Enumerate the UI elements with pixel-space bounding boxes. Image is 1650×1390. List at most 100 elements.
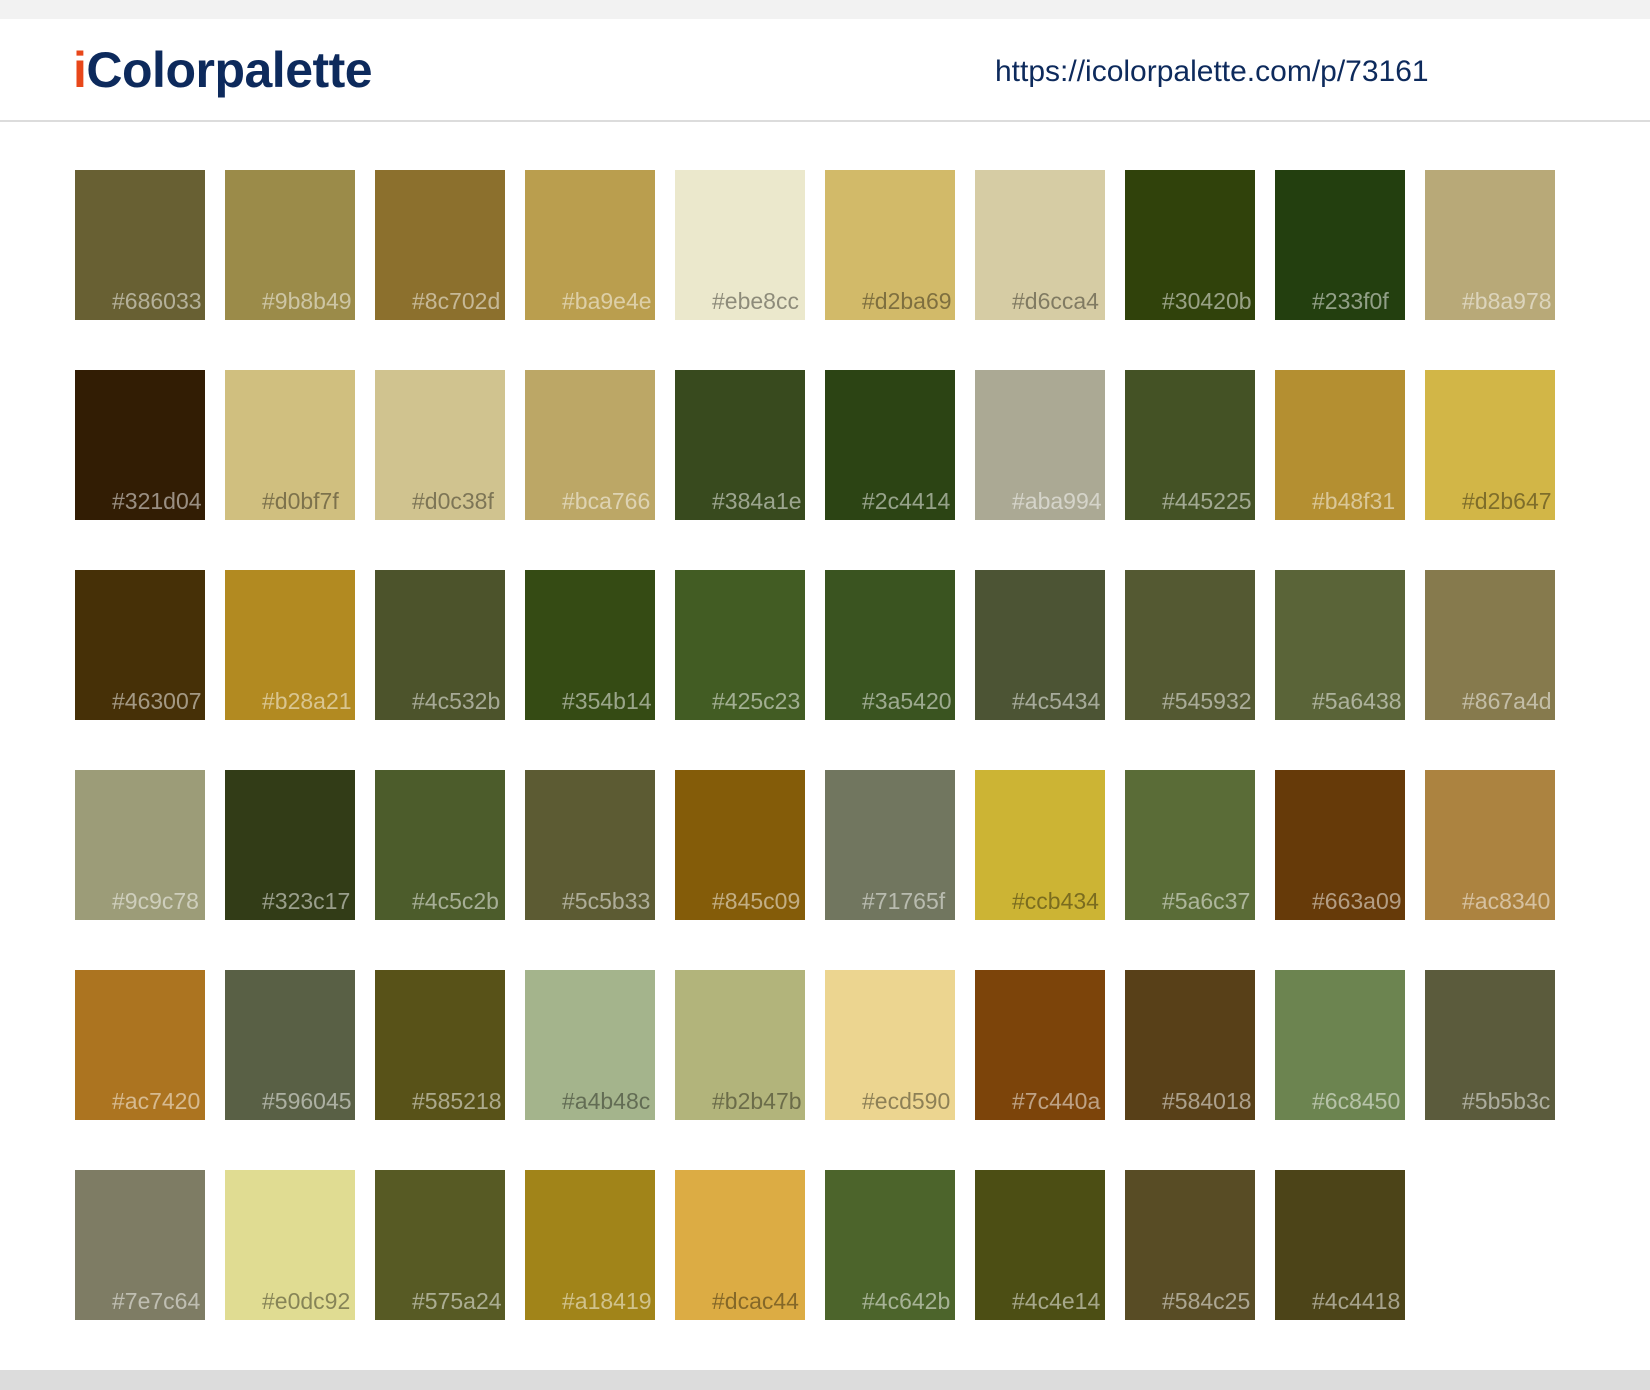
swatch-hex-label: #5c5b33 (562, 888, 651, 914)
color-swatch[interactable]: #b28a21 (225, 570, 355, 720)
swatch-hex-label: #8c702d (412, 288, 501, 314)
swatch-hex-label: #d2ba69 (862, 288, 952, 314)
swatch-hex-label: #b8a978 (1462, 288, 1552, 314)
swatch-hex-label: #6c8450 (1312, 1088, 1401, 1114)
color-swatch[interactable]: #4c4e14 (975, 1170, 1105, 1320)
swatch-hex-label: #ecd590 (862, 1088, 951, 1114)
color-swatch[interactable]: #b8a978 (1425, 170, 1555, 320)
color-swatch[interactable]: #425c23 (675, 570, 805, 720)
color-swatch[interactable]: #354b14 (525, 570, 655, 720)
color-swatch[interactable]: #3a5420 (825, 570, 955, 720)
color-swatch[interactable]: #5b5b3c (1425, 970, 1555, 1120)
color-swatch[interactable]: #545932 (1125, 570, 1255, 720)
color-swatch[interactable]: #686033 (75, 170, 205, 320)
color-swatch[interactable]: #4c5c2b (375, 770, 505, 920)
color-swatch[interactable]: #9c9c78 (75, 770, 205, 920)
swatch-hex-label: #233f0f (1312, 288, 1389, 314)
color-swatch[interactable]: #5c5b33 (525, 770, 655, 920)
color-swatch[interactable]: #7e7c64 (75, 1170, 205, 1320)
swatch-hex-label: #463007 (112, 688, 202, 714)
color-swatch[interactable]: #845c09 (675, 770, 805, 920)
color-swatch[interactable]: #b48f31 (1275, 370, 1405, 520)
swatch-hex-label: #ac7420 (112, 1088, 201, 1114)
color-swatch[interactable]: #463007 (75, 570, 205, 720)
swatch-hex-label: #584018 (1162, 1088, 1252, 1114)
color-swatch[interactable]: #ccb434 (975, 770, 1105, 920)
color-swatch[interactable]: #ecd590 (825, 970, 955, 1120)
color-swatch[interactable]: #a18419 (525, 1170, 655, 1320)
swatch-hex-label: #30420b (1162, 288, 1252, 314)
color-swatch[interactable]: #ac7420 (75, 970, 205, 1120)
color-swatch[interactable]: #663a09 (1275, 770, 1405, 920)
swatch-hex-label: #2c4414 (862, 488, 951, 514)
swatch-hex-label: #d0c38f (412, 488, 494, 514)
color-swatch[interactable]: #d0bf7f (225, 370, 355, 520)
swatch-hex-label: #584c25 (1162, 1288, 1251, 1314)
swatch-hex-label: #bca766 (562, 488, 651, 514)
color-swatch[interactable]: #d2ba69 (825, 170, 955, 320)
swatch-hex-label: #575a24 (412, 1288, 502, 1314)
color-swatch[interactable]: #323c17 (225, 770, 355, 920)
color-swatch[interactable]: #233f0f (1275, 170, 1405, 320)
swatch-hex-label: #e0dc92 (262, 1288, 351, 1314)
color-swatch[interactable]: #8c702d (375, 170, 505, 320)
color-swatch[interactable]: #4c532b (375, 570, 505, 720)
swatch-hex-label: #d0bf7f (262, 488, 339, 514)
color-swatch[interactable]: #ac8340 (1425, 770, 1555, 920)
swatch-hex-label: #9c9c78 (112, 888, 199, 914)
color-swatch[interactable]: #30420b (1125, 170, 1255, 320)
swatch-hex-label: #d6cca4 (1012, 288, 1099, 314)
site-header: iColorpalette https://icolorpalette.com/… (0, 19, 1650, 122)
color-swatch[interactable]: #4c4418 (1275, 1170, 1405, 1320)
swatch-hex-label: #585218 (412, 1088, 502, 1114)
color-swatch[interactable]: #bca766 (525, 370, 655, 520)
color-swatch[interactable]: #d2b647 (1425, 370, 1555, 520)
color-swatch[interactable]: #2c4414 (825, 370, 955, 520)
color-swatch[interactable]: #a4b48c (525, 970, 655, 1120)
color-swatch[interactable]: #9b8b49 (225, 170, 355, 320)
palette-url: https://icolorpalette.com/p/73161 (995, 55, 1429, 88)
color-swatch[interactable]: #6c8450 (1275, 970, 1405, 1120)
color-swatch[interactable]: #dcac44 (675, 1170, 805, 1320)
color-swatch[interactable]: #384a1e (675, 370, 805, 520)
swatch-hex-label: #445225 (1162, 488, 1252, 514)
swatch-hex-label: #a18419 (562, 1288, 652, 1314)
swatch-hex-label: #845c09 (712, 888, 801, 914)
color-swatch[interactable]: #4c642b (825, 1170, 955, 1320)
swatch-hex-label: #b48f31 (1312, 488, 1396, 514)
color-swatch[interactable]: #d0c38f (375, 370, 505, 520)
color-swatch[interactable]: #5a6c37 (1125, 770, 1255, 920)
color-swatch[interactable]: #ba9e4e (525, 170, 655, 320)
color-swatch[interactable]: #aba994 (975, 370, 1105, 520)
color-swatch[interactable]: #321d04 (75, 370, 205, 520)
swatch-hex-label: #dcac44 (712, 1288, 799, 1314)
swatch-hex-label: #4c5434 (1012, 688, 1101, 714)
swatch-hex-label: #ac8340 (1462, 888, 1551, 914)
site-logo[interactable]: iColorpalette (73, 45, 373, 95)
color-swatch[interactable]: #575a24 (375, 1170, 505, 1320)
color-swatch[interactable]: #d6cca4 (975, 170, 1105, 320)
swatch-hex-label: #aba994 (1012, 488, 1102, 514)
color-swatch[interactable]: #71765f (825, 770, 955, 920)
color-swatch[interactable]: #596045 (225, 970, 355, 1120)
color-swatch[interactable]: #b2b47b (675, 970, 805, 1120)
swatch-hex-label: #d2b647 (1462, 488, 1552, 514)
color-swatch[interactable]: #4c5434 (975, 570, 1105, 720)
color-swatch[interactable]: #445225 (1125, 370, 1255, 520)
swatch-hex-label: #4c4418 (1312, 1288, 1401, 1314)
color-swatch[interactable]: #e0dc92 (225, 1170, 355, 1320)
color-swatch[interactable]: #584c25 (1125, 1170, 1255, 1320)
swatch-hex-label: #b28a21 (262, 688, 352, 714)
swatch-hex-label: #4c532b (412, 688, 501, 714)
color-swatch[interactable]: #5a6438 (1275, 570, 1405, 720)
color-swatch[interactable]: #584018 (1125, 970, 1255, 1120)
swatch-hex-label: #7e7c64 (112, 1288, 201, 1314)
color-swatch[interactable]: #7c440a (975, 970, 1105, 1120)
color-swatch[interactable]: #ebe8cc (675, 170, 805, 320)
swatch-hex-label: #321d04 (112, 488, 202, 514)
color-swatch[interactable]: #867a4d (1425, 570, 1555, 720)
color-swatch[interactable]: #585218 (375, 970, 505, 1120)
swatch-grid: #686033 #9b8b49 #8c702d #ba9e4e #ebe8cc #d2ba… (75, 170, 1555, 1320)
swatch-hex-label: #354b14 (562, 688, 652, 714)
swatch-hex-label: #686033 (112, 288, 202, 314)
